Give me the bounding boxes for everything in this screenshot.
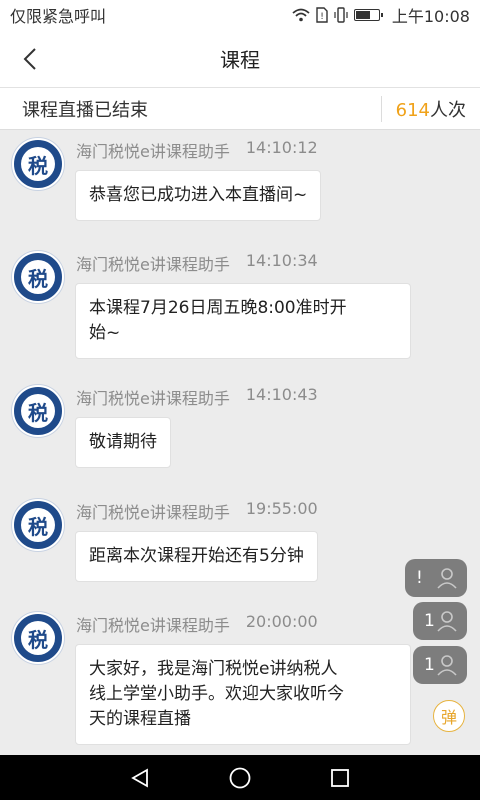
recents-square-icon[interactable] bbox=[328, 766, 352, 790]
message-bubble: 距离本次课程开始还有5分钟 bbox=[75, 531, 318, 582]
sender-name: 海门税悦e讲课程助手 bbox=[76, 389, 230, 408]
message-time: 14:10:43 bbox=[245, 385, 318, 404]
message-meta: 海门税悦e讲课程助手 14:10:43 bbox=[76, 385, 318, 409]
avatar[interactable]: 税 bbox=[12, 251, 64, 303]
avatar[interactable]: 税 bbox=[12, 385, 64, 437]
message-line: 线上学堂小助手。欢迎大家收听今 bbox=[89, 684, 344, 704]
sender-name: 海门税悦e讲课程助手 bbox=[76, 616, 230, 635]
vibrate-icon bbox=[334, 7, 348, 23]
svg-text:!: ! bbox=[320, 12, 324, 22]
live-status-text: 课程直播已结束 bbox=[22, 99, 148, 121]
message-line: 天的课程直播 bbox=[89, 709, 191, 729]
message-bubble: 敬请期待 bbox=[75, 417, 171, 468]
message-line: 本课程7月26日周五晚8:00准时开 bbox=[89, 298, 347, 318]
live-status-row: 课程直播已结束 614人次 bbox=[0, 88, 480, 130]
viewer-count: 614人次 bbox=[396, 96, 480, 122]
home-circle-icon[interactable] bbox=[228, 766, 252, 790]
sender-name: 海门税悦e讲课程助手 bbox=[76, 142, 230, 161]
message-meta: 海门税悦e讲课程助手 20:00:00 bbox=[76, 612, 318, 636]
message-bubble: 本课程7月26日周五晚8:00准时开 始~ bbox=[75, 283, 411, 359]
clock-text: 上午10:08 bbox=[391, 7, 470, 26]
avatar[interactable]: 税 bbox=[12, 138, 64, 190]
float-button-label: 1 bbox=[424, 611, 435, 631]
sender-name: 海门税悦e讲课程助手 bbox=[76, 255, 230, 274]
message-meta: 海门税悦e讲课程助手 19:55:00 bbox=[76, 499, 318, 523]
float-button-alert[interactable]: ! bbox=[405, 559, 467, 597]
message-time: 14:10:34 bbox=[245, 251, 318, 270]
message-bubble: 大家好，我是海门税悦e讲纳税人 线上学堂小助手。欢迎大家收听今 天的课程直播 bbox=[75, 644, 411, 745]
avatar[interactable]: 税 bbox=[12, 499, 64, 551]
message-meta: 海门税悦e讲课程助手 14:10:34 bbox=[76, 251, 318, 275]
sim-alert-icon: ! bbox=[316, 7, 328, 23]
message-line: 大家好，我是海门税悦e讲纳税人 bbox=[89, 659, 338, 679]
top-navbar: 课程 bbox=[0, 30, 480, 88]
avatar-glyph: 税 bbox=[21, 621, 55, 655]
system-nav-bar bbox=[0, 755, 480, 800]
message-bubble: 恭喜您已成功进入本直播间~ bbox=[75, 170, 322, 221]
message-meta: 海门税悦e讲课程助手 14:10:12 bbox=[76, 138, 318, 162]
float-button-label: 1 bbox=[424, 655, 435, 675]
float-button-count[interactable]: 1 bbox=[413, 646, 467, 684]
battery-icon bbox=[353, 9, 383, 21]
avatar-glyph: 税 bbox=[21, 147, 55, 181]
avatar-glyph: 税 bbox=[21, 508, 55, 542]
chevron-left-icon[interactable] bbox=[18, 46, 44, 72]
avatar-glyph: 税 bbox=[21, 394, 55, 428]
viewer-count-unit: 人次 bbox=[430, 99, 466, 121]
message-time: 19:55:00 bbox=[245, 499, 318, 518]
sender-name: 海门税悦e讲课程助手 bbox=[76, 503, 230, 522]
divider bbox=[380, 95, 382, 122]
person-icon bbox=[437, 568, 457, 589]
danmu-toggle-button[interactable]: 弹 bbox=[433, 700, 465, 732]
float-button-count[interactable]: 1 bbox=[413, 602, 467, 640]
person-icon bbox=[437, 655, 457, 676]
message-time: 20:00:00 bbox=[245, 612, 318, 631]
float-button-label: ! bbox=[416, 568, 423, 588]
status-bar: 仅限紧急呼叫 ! 上午10:08 bbox=[0, 0, 480, 30]
status-icons: ! 上午10:08 bbox=[292, 3, 470, 27]
avatar[interactable]: 税 bbox=[12, 612, 64, 664]
avatar-glyph: 税 bbox=[21, 260, 55, 294]
back-triangle-icon[interactable] bbox=[128, 766, 152, 790]
wifi-icon bbox=[292, 8, 310, 22]
message-time: 14:10:12 bbox=[245, 138, 318, 157]
page-title: 课程 bbox=[220, 48, 260, 72]
chat-list[interactable]: 税 海门税悦e讲课程助手 14:10:12 恭喜您已成功进入本直播间~ 税 海门… bbox=[0, 130, 480, 755]
person-icon bbox=[437, 611, 457, 632]
message-line: 始~ bbox=[89, 323, 121, 343]
viewer-count-number: 614 bbox=[395, 99, 430, 121]
carrier-text: 仅限紧急呼叫 bbox=[10, 7, 107, 26]
